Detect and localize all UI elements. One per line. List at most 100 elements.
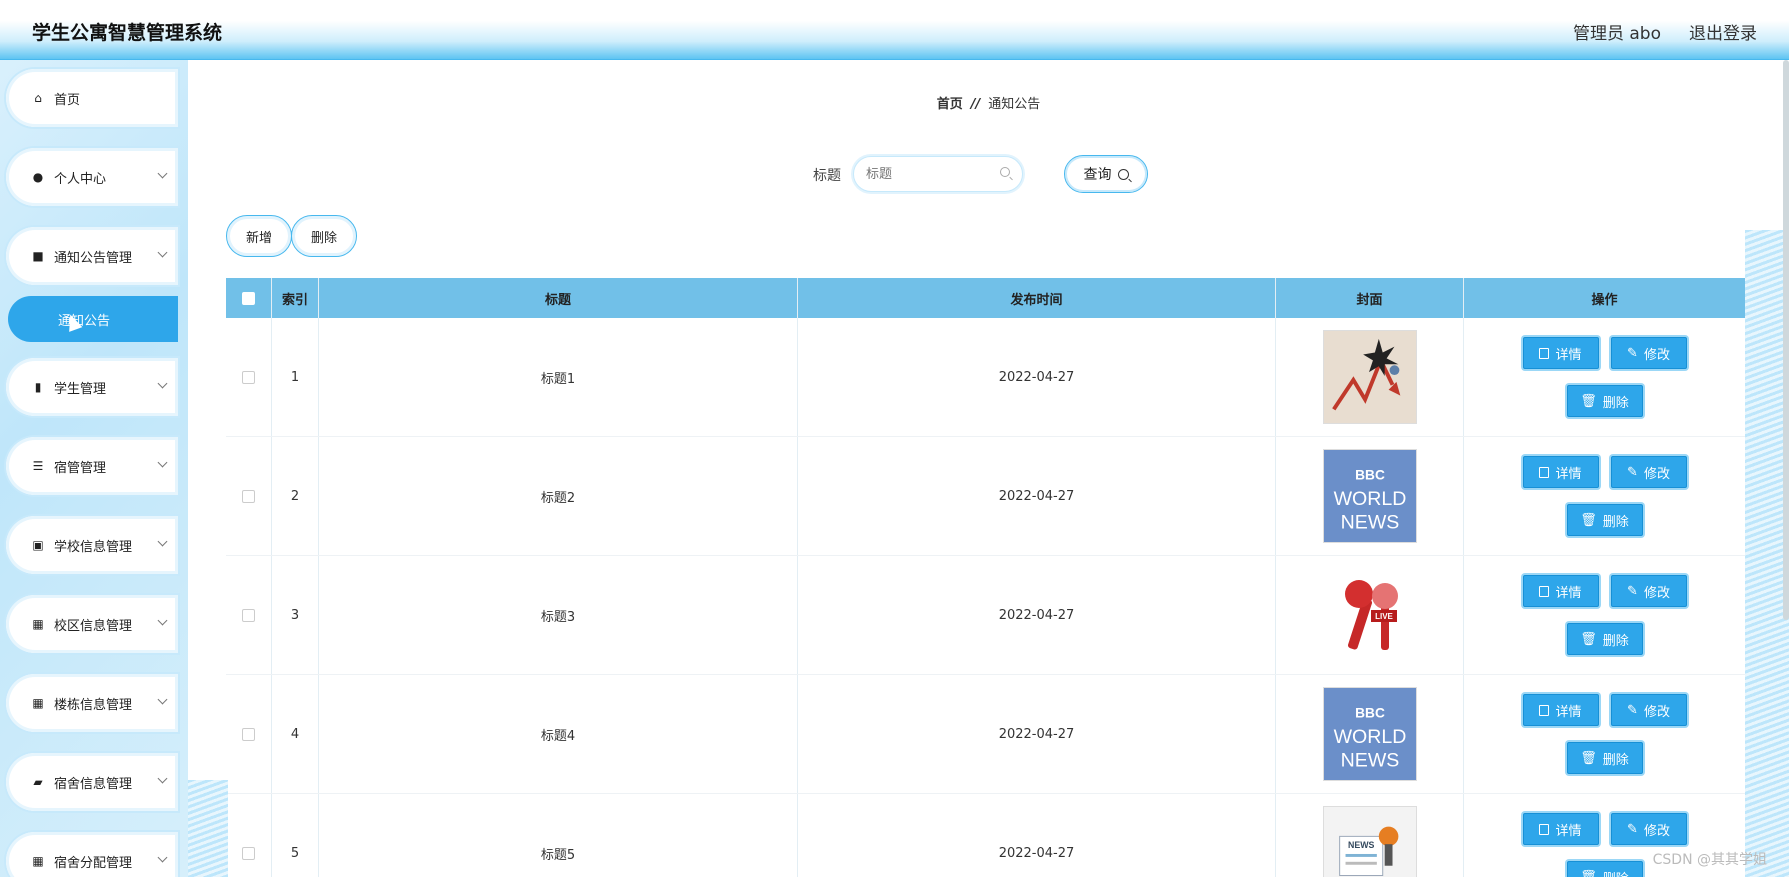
row-checkbox[interactable]	[242, 846, 255, 860]
cover-image-bbc-world-news[interactable]: BBC WORLD NEWS	[1322, 687, 1417, 781]
briefcase-icon: ■	[32, 249, 44, 263]
detail-button[interactable]: 详情	[1522, 575, 1599, 607]
row-checkbox[interactable]	[242, 727, 255, 741]
row-date: 2022-04-27	[798, 318, 1276, 436]
detail-button[interactable]: 详情	[1522, 694, 1599, 726]
breadcrumb: 首页 // 通知公告	[188, 93, 1789, 112]
delete-button[interactable]: 🗑 删除	[1566, 623, 1643, 655]
table-row: 4 标题4 2022-04-27 BBC WORLD NEWS 详情 ✎ 修改 🗑…	[226, 675, 1746, 794]
table-row: 5 标题5 2022-04-27 NEWS 详情 ✎ 修改 🗑	[226, 794, 1746, 877]
detail-button[interactable]: 详情	[1522, 337, 1599, 369]
cover-text-news: NEWS	[1340, 511, 1399, 533]
sidebar-item-dorm-keepers[interactable]: ☰ 宿管管理	[6, 437, 178, 495]
row-select-cell	[226, 437, 272, 555]
user-icon: ●	[32, 170, 44, 184]
admin-user-label[interactable]: 管理员 abo	[1573, 19, 1661, 44]
trash-icon: 🗑	[1580, 512, 1597, 528]
sidebar-subitem-notice[interactable]: 通知公告	[8, 296, 178, 342]
row-index: 4	[272, 675, 319, 793]
row-cover-cell: LIVE	[1276, 556, 1464, 674]
detail-label: 详情	[1555, 347, 1582, 363]
delete-button[interactable]: 🗑 删除	[1566, 861, 1643, 877]
row-checkbox[interactable]	[242, 608, 255, 622]
delete-button[interactable]: 🗑 删除	[1566, 504, 1643, 536]
row-actions: 详情 ✎ 修改 🗑 删除	[1464, 556, 1746, 674]
row-index: 5	[272, 794, 319, 877]
top-right-menu: 管理员 abo 退出登录	[1573, 19, 1757, 44]
home-icon: ⌂	[34, 91, 42, 105]
breadcrumb-separator: //	[970, 97, 981, 112]
cover-text-bbc: BBC	[1355, 705, 1385, 720]
sidebar-item-label: 首页	[54, 92, 81, 108]
header-date: 发布时间	[798, 278, 1276, 318]
detail-label: 详情	[1555, 466, 1582, 482]
query-button-label: 查询	[1083, 167, 1112, 183]
delete-button[interactable]: 🗑 删除	[1566, 742, 1643, 774]
grid-icon: ▦	[32, 617, 44, 631]
chevron-down-icon	[157, 615, 168, 626]
row-cover-cell: BBC WORLD NEWS	[1276, 675, 1464, 793]
cover-image-chart-crash[interactable]	[1322, 330, 1417, 424]
cover-image-bbc-world-news[interactable]: BBC WORLD NEWS	[1322, 449, 1417, 543]
delete-button[interactable]: 🗑 删除	[1566, 385, 1643, 417]
cover-image-newspaper[interactable]: NEWS	[1322, 806, 1417, 877]
search-label: 标题	[813, 168, 841, 184]
row-cover-cell	[1276, 318, 1464, 436]
header-cover: 封面	[1276, 278, 1464, 318]
cover-image-microphones[interactable]: LIVE	[1322, 568, 1417, 662]
watermark: CSDN @其其学姐	[1652, 852, 1767, 868]
notice-table: 索引 标题 发布时间 封面 操作 1 标题1 2022-04-27 详情 ✎ 修…	[226, 278, 1746, 877]
table-row: 1 标题1 2022-04-27 详情 ✎ 修改 🗑 删除	[226, 318, 1746, 437]
edit-button[interactable]: ✎ 修改	[1610, 337, 1687, 369]
edit-button[interactable]: ✎ 修改	[1610, 694, 1687, 726]
sidebar-item-building-info[interactable]: ▦ 楼栋信息管理	[6, 674, 178, 732]
chevron-down-icon	[157, 457, 168, 468]
document-icon	[1539, 823, 1550, 835]
delete-label: 删除	[1602, 752, 1629, 768]
document-icon	[1539, 347, 1550, 359]
delete-label: 删除	[1602, 395, 1629, 411]
query-button[interactable]: 查询	[1064, 155, 1148, 193]
sidebar-item-dorm-allocation[interactable]: ▦ 宿舍分配管理	[6, 832, 178, 877]
sidebar-item-profile[interactable]: ● 个人中心	[6, 148, 178, 206]
detail-button[interactable]: 详情	[1522, 456, 1599, 488]
edit-button[interactable]: ✎ 修改	[1610, 813, 1687, 845]
row-date: 2022-04-27	[798, 556, 1276, 674]
cover-text-bbc: BBC	[1355, 467, 1385, 482]
header-title: 标题	[319, 278, 798, 318]
sidebar-item-notice-mgmt[interactable]: ■ 通知公告管理	[6, 227, 178, 285]
search-row: 标题 查询	[188, 154, 1789, 194]
row-checkbox[interactable]	[242, 489, 255, 503]
detail-button[interactable]: 详情	[1522, 813, 1599, 845]
search-box[interactable]	[853, 156, 1023, 192]
sidebar-item-label: 学校信息管理	[54, 539, 133, 555]
app-title: 学生公寓智慧管理系统	[32, 22, 223, 44]
row-actions: 详情 ✎ 修改 🗑 删除	[1464, 437, 1746, 555]
search-input[interactable]	[866, 157, 996, 191]
row-checkbox[interactable]	[242, 370, 255, 384]
sidebar-item-school-info[interactable]: ▣ 学校信息管理	[6, 516, 178, 574]
logout-link[interactable]: 退出登录	[1689, 19, 1757, 44]
row-date: 2022-04-27	[798, 794, 1276, 877]
breadcrumb-home[interactable]: 首页	[937, 97, 963, 112]
row-title: 标题5	[319, 794, 798, 877]
sidebar-item-home[interactable]: ⌂ 首页	[6, 69, 178, 127]
edit-label: 修改	[1643, 823, 1670, 839]
row-index: 3	[272, 556, 319, 674]
edit-button[interactable]: ✎ 修改	[1610, 575, 1687, 607]
document-icon	[1539, 704, 1550, 716]
row-index: 1	[272, 318, 319, 436]
chevron-down-icon	[157, 168, 168, 179]
page-scrollbar[interactable]	[1783, 60, 1789, 620]
select-all-checkbox[interactable]	[242, 291, 255, 305]
edit-button[interactable]: ✎ 修改	[1610, 456, 1687, 488]
sidebar-item-dorm-info[interactable]: ▰ 宿舍信息管理	[6, 753, 178, 811]
add-button[interactable]: 新增	[226, 215, 292, 257]
row-title: 标题2	[319, 437, 798, 555]
batch-delete-button[interactable]: 删除	[291, 215, 357, 257]
sidebar-item-campus-info[interactable]: ▦ 校区信息管理	[6, 595, 178, 653]
row-date: 2022-04-27	[798, 675, 1276, 793]
search-icon	[1117, 168, 1129, 180]
sidebar-item-students[interactable]: ▮ 学生管理	[6, 358, 178, 416]
chevron-down-icon	[157, 378, 168, 389]
